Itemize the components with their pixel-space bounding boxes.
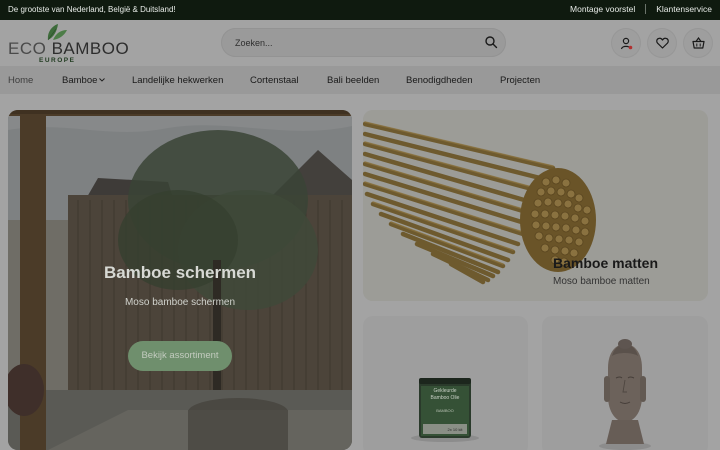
- account-button[interactable]: [612, 29, 640, 57]
- bamboe-schermen-title: Bamboe schermen: [103, 263, 257, 282]
- bekijk-assortiment-button[interactable]: Bekijk assortiment: [128, 341, 232, 371]
- header: ECO BAMBOO EUROPE: [0, 20, 720, 66]
- can-label-line2: Bamboo Olie: [431, 395, 460, 401]
- main-content: Bamboe schermen Moso bamboe schermen Bek…: [0, 94, 720, 450]
- nav-item-bali-beelden[interactable]: Bali beelden: [327, 75, 379, 86]
- topbar-divider: [645, 4, 647, 14]
- search-bar[interactable]: [221, 28, 506, 57]
- bamboe-matten-title: Bamboe matten: [553, 255, 659, 271]
- bamboo-oil-product-card[interactable]: Gekleurde Bamboo Olie BAMBOO 2x 10 kit: [363, 316, 528, 450]
- search-icon[interactable]: [484, 35, 498, 49]
- cart-button[interactable]: [684, 29, 712, 57]
- can-label-brand: BAMBOO: [436, 408, 454, 413]
- logo-wordmark: ECO BAMBOO: [8, 39, 129, 59]
- heart-icon: [655, 37, 669, 49]
- bamboo-mat-photo: [363, 110, 708, 301]
- nav-item-cortenstaal[interactable]: Cortenstaal: [250, 75, 299, 86]
- buddha-statue-image: [599, 339, 651, 450]
- montage-voorstel-link[interactable]: Montage voorstel: [570, 4, 635, 14]
- search-input[interactable]: [235, 35, 475, 50]
- bamboe-matten-subtitle: Moso bamboe matten: [553, 276, 650, 287]
- chevron-down-icon: [99, 78, 106, 82]
- basket-icon: [691, 37, 705, 49]
- can-label-volume: 2x 10 kit: [448, 427, 464, 432]
- bamboe-schermen-subtitle: Moso bamboe schermen: [124, 297, 236, 308]
- logo-bamboo: BAMBOO: [51, 39, 130, 58]
- logo[interactable]: ECO BAMBOO EUROPE: [8, 22, 129, 64]
- bamboe-schermen-card[interactable]: Bamboe schermen Moso bamboe schermen Bek…: [8, 110, 352, 450]
- wishlist-button[interactable]: [648, 29, 676, 57]
- nav-item-bamboe-label: Bamboe: [62, 75, 98, 86]
- paint-can-image: Gekleurde Bamboo Olie BAMBOO 2x 10 kit: [411, 378, 479, 442]
- account-icon: [620, 37, 632, 49]
- main-nav: Home Bamboe Landelijke hekwerken Cortens…: [0, 66, 720, 94]
- topbar-promo: De grootste van Nederland, België & Duit…: [8, 5, 176, 14]
- buddha-statue-product-card[interactable]: [542, 316, 708, 450]
- logo-subtitle: EUROPE: [39, 57, 76, 64]
- nav-item-projecten[interactable]: Projecten: [500, 75, 540, 86]
- topbar-links: Montage voorstel Klantenservice: [570, 4, 712, 14]
- logo-eco: ECO: [8, 39, 47, 58]
- can-label-line1: Gekleurde: [433, 388, 456, 394]
- nav-item-landelijke-hekwerken[interactable]: Landelijke hekwerken: [132, 75, 223, 86]
- nav-item-home[interactable]: Home: [8, 75, 33, 86]
- klantenservice-link[interactable]: Klantenservice: [656, 4, 712, 14]
- bamboe-matten-card[interactable]: Bamboe matten Moso bamboe matten: [363, 110, 708, 301]
- nav-item-bamboe[interactable]: Bamboe: [62, 75, 106, 86]
- topbar: De grootste van Nederland, België & Duit…: [0, 0, 720, 20]
- nav-item-benodigdheden[interactable]: Benodigdheden: [406, 75, 473, 86]
